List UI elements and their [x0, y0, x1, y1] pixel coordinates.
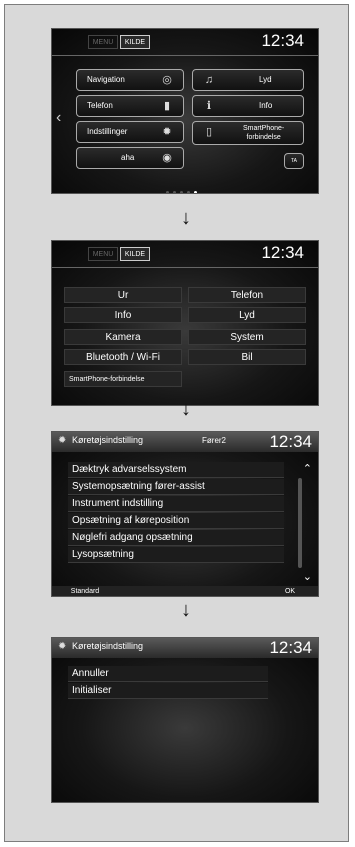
title-bar: ✹ Køretøjsindstilling Fører2 12:34 [52, 432, 318, 452]
telefon-button[interactable]: Telefon ▮ [76, 95, 184, 117]
page-indicator [164, 181, 199, 193]
list-item[interactable]: Opsætning af køreposition [68, 513, 284, 529]
standard-button[interactable]: Standard [60, 586, 110, 596]
aha-icon: ◉ [162, 152, 172, 164]
gear-icon: ✹ [58, 641, 67, 652]
clock: 12:34 [261, 243, 304, 262]
tab-kilde[interactable]: KILDE [120, 247, 150, 261]
indstillinger-button[interactable]: Indstillinger ✹ [76, 121, 184, 143]
aha-label: aha [121, 153, 135, 162]
divider [52, 267, 318, 268]
list-item[interactable]: Dæktryk advarselssystem [68, 462, 284, 478]
indstillinger-label: Indstillinger [87, 127, 128, 136]
smartphone-connection-button[interactable]: SmartPhone-forbindelse [64, 371, 182, 387]
kamera-button[interactable]: Kamera [64, 329, 182, 345]
tab-kilde[interactable]: KILDE [120, 35, 150, 49]
tab-menu[interactable]: MENU [88, 247, 118, 261]
bil-button[interactable]: Bil [188, 349, 306, 365]
annuller-button[interactable]: Annuller [68, 666, 268, 682]
ok-button[interactable]: OK [270, 586, 310, 596]
tab-bar: MENU KILDE 12:34 [52, 29, 318, 55]
list-item[interactable]: Instrument indstilling [68, 496, 284, 512]
screen-title: Køretøjsindstilling [72, 641, 144, 651]
smartphone-icon: ▯ [205, 126, 213, 138]
bottom-bar: Standard OK [52, 586, 318, 596]
navigation-label: Navigation [87, 75, 125, 84]
scrollbar[interactable] [298, 478, 302, 568]
smartphone-button[interactable]: ▯ SmartPhone- forbindelse [192, 121, 304, 145]
aha-button[interactable]: aha ◉ [76, 147, 184, 169]
info-button[interactable]: ℹ Info [192, 95, 304, 117]
ur-button[interactable]: Ur [64, 287, 182, 303]
music-note-icon: ♫ [204, 74, 214, 86]
info-button[interactable]: Info [64, 307, 182, 323]
back-arrow-icon[interactable]: ‹ [56, 109, 61, 127]
system-button[interactable]: System [188, 329, 306, 345]
telefon-label: Telefon [87, 101, 113, 110]
down-arrow-icon: ↓ [181, 599, 191, 621]
tab-bar: MENU KILDE 12:34 [52, 241, 318, 267]
clock: 12:34 [269, 638, 312, 657]
reset-screen: ✹ Køretøjsindstilling 12:34 Annuller Ini… [51, 637, 319, 803]
title-bar: ✹ Køretøjsindstilling 12:34 [52, 638, 318, 658]
divider [52, 55, 318, 56]
gear-icon: ✹ [162, 126, 172, 138]
list-item[interactable]: Systemopsætning fører-assist [68, 479, 284, 495]
lyd-button[interactable]: ♫ Lyd [192, 69, 304, 91]
list-item[interactable]: Lysopsætning [68, 547, 284, 563]
settings-menu-screen: MENU KILDE 12:34 Ur Info Kamera Bluetoot… [51, 240, 319, 406]
driver-label: Fører2 [202, 436, 226, 445]
clock: 12:34 [261, 31, 304, 50]
down-arrow-icon: ↓ [181, 207, 191, 229]
ta-button[interactable]: TA [284, 153, 304, 169]
gear-icon: ✹ [58, 435, 67, 446]
screen-title: Køretøjsindstilling [72, 435, 144, 445]
navigation-button[interactable]: Navigation ◎ [76, 69, 184, 91]
lyd-label: Lyd [259, 75, 272, 84]
vehicle-settings-screen: ✹ Køretøjsindstilling Fører2 12:34 Dæktr… [51, 431, 319, 597]
scroll-up-icon[interactable]: ⌃ [303, 462, 312, 475]
smartphone-label: SmartPhone- forbindelse [243, 125, 285, 141]
scroll-down-icon[interactable]: ⌄ [303, 570, 312, 583]
manual-panel: MENU KILDE 12:34 ‹ Navigation ◎ Telefon … [4, 4, 349, 842]
telefon-button[interactable]: Telefon [188, 287, 306, 303]
clock: 12:34 [269, 432, 312, 451]
home-screen: MENU KILDE 12:34 ‹ Navigation ◎ Telefon … [51, 28, 319, 194]
tab-menu[interactable]: MENU [88, 35, 118, 49]
lyd-button[interactable]: Lyd [188, 307, 306, 323]
info-label: Info [259, 101, 273, 110]
compass-icon: ◎ [162, 74, 172, 86]
info-icon: ℹ [206, 100, 212, 112]
phone-icon: ▮ [163, 100, 171, 112]
initialiser-button[interactable]: Initialiser [68, 683, 268, 699]
list-item[interactable]: Nøglefri adgang opsætning [68, 530, 284, 546]
down-arrow-icon: ↓ [181, 398, 191, 420]
bluetooth-wifi-button[interactable]: Bluetooth / Wi-Fi [64, 349, 182, 365]
